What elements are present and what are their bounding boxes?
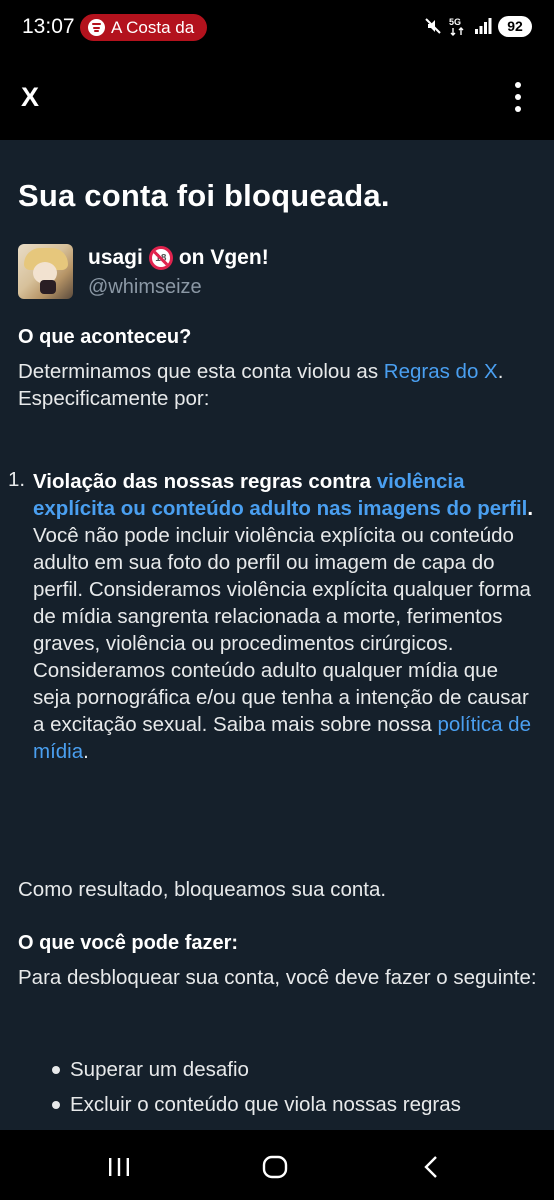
close-icon[interactable]: X [18,80,48,110]
recent-apps-icon[interactable] [102,1152,136,1182]
violation-title: Violação das nossas regras contra [33,470,377,493]
what-you-can-do-heading: O que você pode fazer: [18,932,239,954]
what-happened-heading: O que aconteceu? [18,326,192,348]
5g-icon: 5G [449,17,464,36]
what-happened-text: Determinamos que esta conta violou as Re… [18,358,544,412]
no-under-18-icon: 18 [148,246,173,270]
what-happened-text-start: Determinamos que esta conta violou as [18,360,384,383]
account-card[interactable]: usagi 18 on Vgen! @whimseize [18,244,538,300]
violation-title-end: . [527,497,534,520]
system-nav-bar [0,1130,554,1200]
what-you-can-do-text: Para desbloquear sua conta, você deve fa… [18,966,537,989]
page-title: Sua conta foi bloqueada. [18,178,390,213]
back-icon[interactable] [414,1152,448,1182]
close-label: X [21,82,39,110]
main-content: Sua conta foi bloqueada. usagi 18 on Vge… [0,140,554,1130]
requirements-list: Superar um desafio Excluir o conteúdo que… [18,1052,538,1122]
app-header: X [0,56,554,140]
account-handle: @whimseize [88,276,202,298]
violation-body: Violação das nossas regras contra violên… [33,468,538,765]
requirement-list-item: Excluir o conteúdo que viola nossas regr… [18,1087,538,1122]
violation-description: Você não pode incluir violência explícit… [33,524,531,736]
media-title: A Costa da [111,17,195,37]
requirement-list-item: Superar um desafio [18,1052,538,1087]
account-name-row: usagi 18 on Vgen! [88,246,269,270]
violation-description-end: . [83,740,89,763]
home-icon[interactable] [258,1152,292,1182]
more-options-icon[interactable] [508,80,528,114]
avatar [18,244,73,299]
rules-link[interactable]: Regras do X [384,360,498,383]
battery-icon: 92 [498,15,532,37]
account-name-suffix: on Vgen! [178,246,269,269]
spotify-icon [88,19,105,36]
result-text: Como resultado, bloqueamos sua conta. [18,878,387,901]
account-name: usagi [88,246,143,269]
status-icons: 5G 92 [424,15,532,37]
media-playing-chip[interactable]: A Costa da [80,14,207,41]
signal-icon [475,18,492,34]
mute-icon [425,18,441,34]
violation-number: 1. [8,468,26,491]
status-time: 13:07 [22,15,75,38]
network-label: 5G [449,17,461,27]
status-bar: 13:07 A Costa da 5G 92 [0,0,554,56]
